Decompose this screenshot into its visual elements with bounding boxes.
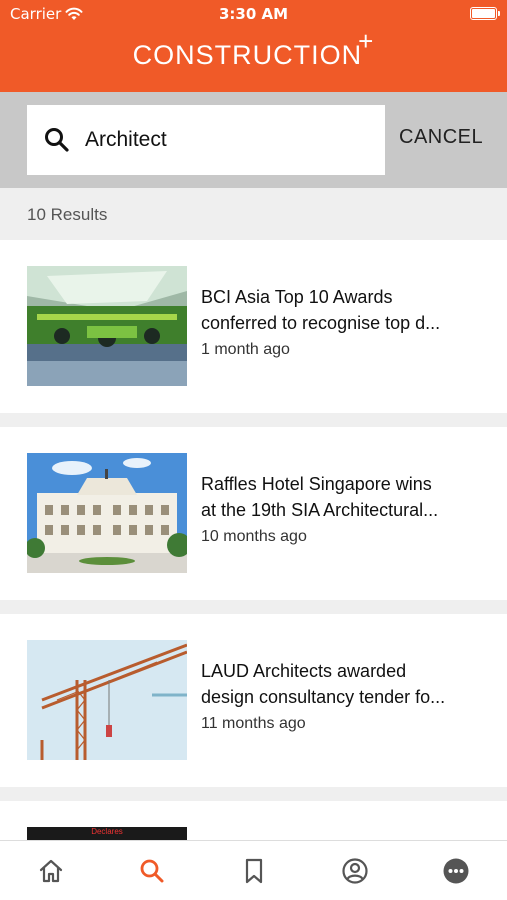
article-thumbnail: Declares <box>27 827 187 841</box>
tab-bar <box>0 840 507 900</box>
search-box[interactable] <box>27 105 385 175</box>
article-title: LAUD Architects awarded design consultan… <box>201 658 491 710</box>
article-timestamp: 10 months ago <box>201 528 307 545</box>
battery-icon <box>470 7 500 20</box>
cancel-button[interactable]: CANCEL <box>399 126 483 149</box>
app-header: Carrier 3:30 AM CONSTRUCTION+ <box>0 0 507 92</box>
bookmark-icon <box>245 858 262 883</box>
search-input[interactable] <box>85 128 365 152</box>
tab-profile[interactable] <box>304 841 405 900</box>
article-title-line1: BCI Asia Top 10 Awards <box>201 287 393 307</box>
article-thumbnail <box>27 640 187 760</box>
status-bar: Carrier 3:30 AM <box>0 0 507 28</box>
article-thumbnail <box>27 266 187 386</box>
logo-text: CONSTRUCTION <box>132 40 363 70</box>
article-title: Raffles Hotel Singapore wins at the 19th… <box>201 471 491 523</box>
article-title-line2: at the 19th SIA Architectural... <box>201 500 439 520</box>
tab-more[interactable] <box>406 841 507 900</box>
results-count: 10 Results <box>27 205 108 224</box>
article-card[interactable]: Raffles Hotel Singapore wins at the 19th… <box>0 427 507 600</box>
tab-search[interactable] <box>101 841 202 900</box>
article-title-line1: Raffles Hotel Singapore wins <box>201 474 432 494</box>
article-list: BCI Asia Top 10 Awards conferred to reco… <box>0 240 507 855</box>
article-timestamp: 11 months ago <box>201 715 306 732</box>
search-icon <box>45 128 69 152</box>
status-time: 3:30 AM <box>218 5 289 23</box>
article-title: BCI Asia Top 10 Awards conferred to reco… <box>201 284 491 336</box>
search-area: CANCEL <box>0 92 507 188</box>
tab-home[interactable] <box>0 841 101 900</box>
article-card[interactable]: Declares <box>0 801 507 841</box>
article-card[interactable]: BCI Asia Top 10 Awards conferred to reco… <box>0 240 507 413</box>
thumbnail-text: Declares <box>91 827 123 836</box>
logo-plus-mark: + <box>358 26 375 56</box>
tab-bookmarks[interactable] <box>203 841 304 900</box>
article-timestamp: 1 month ago <box>201 341 290 358</box>
article-thumbnail <box>27 453 187 573</box>
more-icon <box>443 858 469 883</box>
article-title-line2: design consultancy tender fo... <box>201 687 446 707</box>
article-card[interactable]: LAUD Architects awarded design consultan… <box>0 614 507 787</box>
app-logo: CONSTRUCTION+ <box>0 26 507 71</box>
results-bar: 10 Results <box>0 188 507 240</box>
article-title-line2: conferred to recognise top d... <box>201 313 441 333</box>
home-icon <box>39 859 62 882</box>
article-title-line1: LAUD Architects awarded <box>201 661 407 681</box>
search-icon <box>140 859 164 882</box>
profile-icon <box>342 857 368 884</box>
